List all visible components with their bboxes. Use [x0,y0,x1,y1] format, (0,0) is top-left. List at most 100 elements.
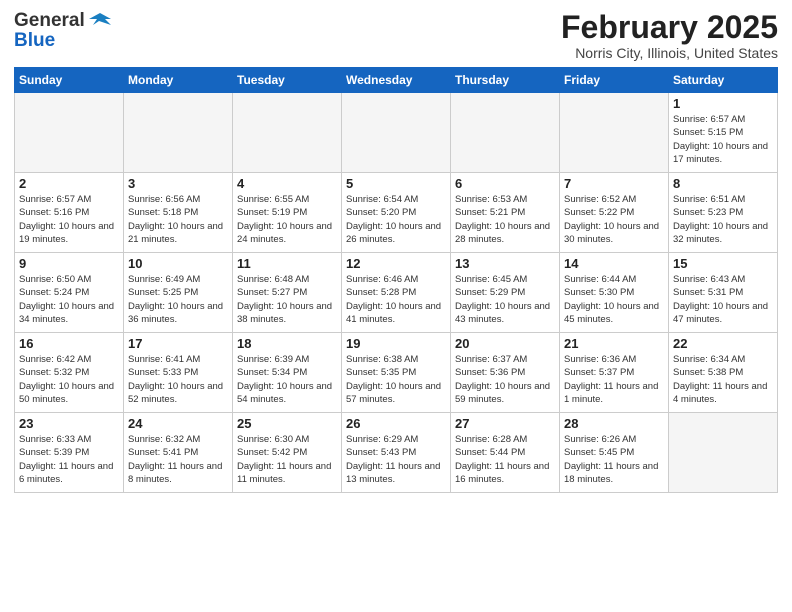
table-row: 21 Sunrise: 6:36 AM Sunset: 5:37 PM Dayli… [560,333,669,413]
day-number: 18 [237,336,337,351]
col-saturday: Saturday [669,68,778,93]
day-number: 25 [237,416,337,431]
day-number: 7 [564,176,664,191]
day-info: Sunrise: 6:44 AM Sunset: 5:30 PM Dayligh… [564,273,664,326]
table-row: 11 Sunrise: 6:48 AM Sunset: 5:27 PM Dayli… [233,253,342,333]
table-row: 8 Sunrise: 6:51 AM Sunset: 5:23 PM Daylig… [669,173,778,253]
day-info: Sunrise: 6:55 AM Sunset: 5:19 PM Dayligh… [237,193,337,246]
day-info: Sunrise: 6:34 AM Sunset: 5:38 PM Dayligh… [673,353,773,406]
table-row: 10 Sunrise: 6:49 AM Sunset: 5:25 PM Dayli… [124,253,233,333]
day-number: 3 [128,176,228,191]
day-number: 14 [564,256,664,271]
day-info: Sunrise: 6:57 AM Sunset: 5:16 PM Dayligh… [19,193,119,246]
day-info: Sunrise: 6:37 AM Sunset: 5:36 PM Dayligh… [455,353,555,406]
table-row [451,93,560,173]
calendar-header-row: Sunday Monday Tuesday Wednesday Thursday… [15,68,778,93]
page-container: General Blue February 2025 Norris City, … [0,0,792,499]
logo-bird-icon [89,11,111,31]
table-row [342,93,451,173]
table-row [15,93,124,173]
day-info: Sunrise: 6:57 AM Sunset: 5:15 PM Dayligh… [673,113,773,166]
col-monday: Monday [124,68,233,93]
table-row [233,93,342,173]
day-number: 24 [128,416,228,431]
day-number: 19 [346,336,446,351]
table-row: 25Sunrise: 6:30 AM Sunset: 5:42 PM Dayli… [233,413,342,493]
day-info: Sunrise: 6:28 AM Sunset: 5:44 PM Dayligh… [455,433,555,486]
day-number: 2 [19,176,119,191]
day-info: Sunrise: 6:56 AM Sunset: 5:18 PM Dayligh… [128,193,228,246]
day-number: 22 [673,336,773,351]
table-row: 16 Sunrise: 6:42 AM Sunset: 5:32 PM Dayli… [15,333,124,413]
logo: General Blue [14,10,111,52]
col-wednesday: Wednesday [342,68,451,93]
day-number: 1 [673,96,773,111]
day-info: Sunrise: 6:52 AM Sunset: 5:22 PM Dayligh… [564,193,664,246]
day-number: 4 [237,176,337,191]
day-info: Sunrise: 6:26 AM Sunset: 5:45 PM Dayligh… [564,433,664,486]
day-info: Sunrise: 6:48 AM Sunset: 5:27 PM Dayligh… [237,273,337,326]
table-row: 14 Sunrise: 6:44 AM Sunset: 5:30 PM Dayli… [560,253,669,333]
table-row [124,93,233,173]
day-info: Sunrise: 6:50 AM Sunset: 5:24 PM Dayligh… [19,273,119,326]
calendar-subtitle: Norris City, Illinois, United States [561,45,778,61]
header: General Blue February 2025 Norris City, … [14,10,778,61]
col-friday: Friday [560,68,669,93]
table-row: 15 Sunrise: 6:43 AM Sunset: 5:31 PM Dayli… [669,253,778,333]
table-row: 12Sunrise: 6:46 AM Sunset: 5:28 PM Dayli… [342,253,451,333]
calendar-week-row: 9 Sunrise: 6:50 AM Sunset: 5:24 PM Daylig… [15,253,778,333]
calendar-week-row: 23 Sunrise: 6:33 AM Sunset: 5:39 PM Dayli… [15,413,778,493]
day-number: 16 [19,336,119,351]
table-row: 26 Sunrise: 6:29 AM Sunset: 5:43 PM Dayli… [342,413,451,493]
table-row: 18 Sunrise: 6:39 AM Sunset: 5:34 PM Dayli… [233,333,342,413]
day-info: Sunrise: 6:49 AM Sunset: 5:25 PM Dayligh… [128,273,228,326]
day-number: 26 [346,416,446,431]
day-number: 5 [346,176,446,191]
day-info: Sunrise: 6:46 AM Sunset: 5:28 PM Dayligh… [346,273,446,326]
day-info: Sunrise: 6:32 AM Sunset: 5:41 PM Dayligh… [128,433,228,486]
table-row: 24 Sunrise: 6:32 AM Sunset: 5:41 PM Dayli… [124,413,233,493]
table-row: 1 Sunrise: 6:57 AM Sunset: 5:15 PM Daylig… [669,93,778,173]
table-row: 4 Sunrise: 6:55 AM Sunset: 5:19 PM Daylig… [233,173,342,253]
day-number: 20 [455,336,555,351]
table-row: 20 Sunrise: 6:37 AM Sunset: 5:36 PM Dayli… [451,333,560,413]
table-row: 17 Sunrise: 6:41 AM Sunset: 5:33 PM Dayli… [124,333,233,413]
calendar-week-row: 1 Sunrise: 6:57 AM Sunset: 5:15 PM Daylig… [15,93,778,173]
day-number: 28 [564,416,664,431]
day-info: Sunrise: 6:54 AM Sunset: 5:20 PM Dayligh… [346,193,446,246]
table-row: 22 Sunrise: 6:34 AM Sunset: 5:38 PM Dayli… [669,333,778,413]
table-row: 19Sunrise: 6:38 AM Sunset: 5:35 PM Dayli… [342,333,451,413]
day-info: Sunrise: 6:33 AM Sunset: 5:39 PM Dayligh… [19,433,119,486]
table-row: 9 Sunrise: 6:50 AM Sunset: 5:24 PM Daylig… [15,253,124,333]
col-thursday: Thursday [451,68,560,93]
day-info: Sunrise: 6:29 AM Sunset: 5:43 PM Dayligh… [346,433,446,486]
table-row: 27 Sunrise: 6:28 AM Sunset: 5:44 PM Dayli… [451,413,560,493]
day-number: 6 [455,176,555,191]
day-number: 10 [128,256,228,271]
day-number: 11 [237,256,337,271]
day-number: 9 [19,256,119,271]
day-number: 21 [564,336,664,351]
day-info: Sunrise: 6:41 AM Sunset: 5:33 PM Dayligh… [128,353,228,406]
day-info: Sunrise: 6:39 AM Sunset: 5:34 PM Dayligh… [237,353,337,406]
col-sunday: Sunday [15,68,124,93]
col-tuesday: Tuesday [233,68,342,93]
calendar-week-row: 2 Sunrise: 6:57 AM Sunset: 5:16 PM Daylig… [15,173,778,253]
day-info: Sunrise: 6:43 AM Sunset: 5:31 PM Dayligh… [673,273,773,326]
day-info: Sunrise: 6:36 AM Sunset: 5:37 PM Dayligh… [564,353,664,406]
title-block: February 2025 Norris City, Illinois, Uni… [561,10,778,61]
day-number: 15 [673,256,773,271]
table-row: 7 Sunrise: 6:52 AM Sunset: 5:22 PM Daylig… [560,173,669,253]
day-number: 17 [128,336,228,351]
table-row: 5 Sunrise: 6:54 AM Sunset: 5:20 PM Daylig… [342,173,451,253]
table-row: 23 Sunrise: 6:33 AM Sunset: 5:39 PM Dayli… [15,413,124,493]
table-row: 28 Sunrise: 6:26 AM Sunset: 5:45 PM Dayli… [560,413,669,493]
day-number: 27 [455,416,555,431]
day-number: 23 [19,416,119,431]
day-info: Sunrise: 6:42 AM Sunset: 5:32 PM Dayligh… [19,353,119,406]
calendar-title: February 2025 [561,10,778,45]
day-number: 8 [673,176,773,191]
table-row [560,93,669,173]
calendar-table: Sunday Monday Tuesday Wednesday Thursday… [14,67,778,493]
day-info: Sunrise: 6:51 AM Sunset: 5:23 PM Dayligh… [673,193,773,246]
